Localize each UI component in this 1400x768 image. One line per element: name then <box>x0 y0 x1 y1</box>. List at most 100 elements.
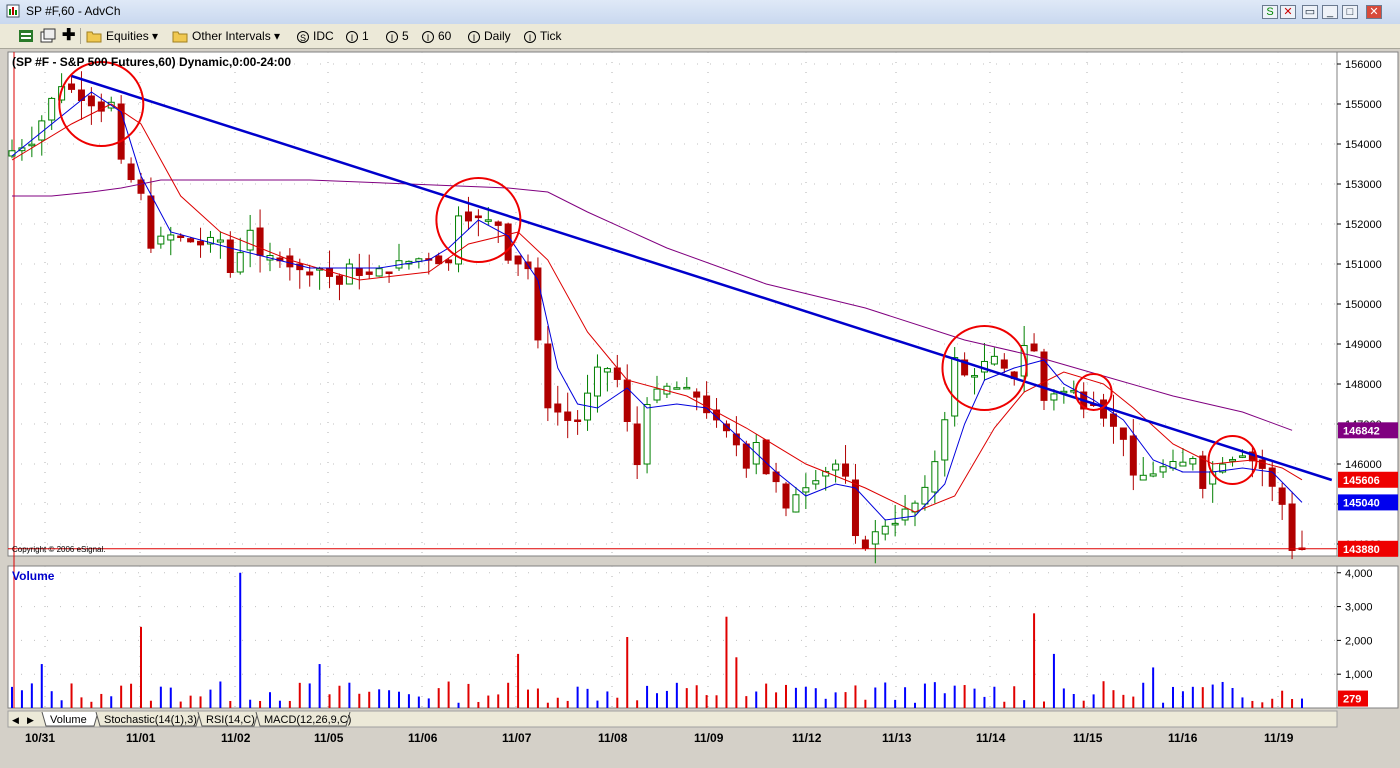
minimize-button[interactable]: _ <box>1322 5 1338 19</box>
candle-body <box>534 267 542 341</box>
candle-body <box>504 223 512 261</box>
volume-bar <box>566 700 569 708</box>
volume-bar <box>517 653 520 708</box>
volume-bar <box>1043 701 1045 708</box>
price-tag-label: 145040 <box>1343 497 1380 509</box>
volume-panel <box>7 565 1338 709</box>
candle-body <box>554 403 562 413</box>
equities-dropdown[interactable]: Equities ▾ <box>106 28 158 44</box>
volume-bar <box>497 694 500 708</box>
unlink-button[interactable]: ✕ <box>1280 5 1296 19</box>
interval-label: Other Intervals <box>192 29 271 43</box>
x-tick-label: 11/16 <box>1168 731 1198 745</box>
tab-scroll-left-icon[interactable]: ◀ <box>12 715 19 725</box>
volume-bar <box>685 688 688 708</box>
x-tick-label: 11/14 <box>976 731 1006 745</box>
close-button[interactable]: ✕ <box>1366 5 1382 19</box>
volume-bar <box>1271 698 1274 708</box>
candle-body <box>603 368 611 373</box>
volume-bar <box>1112 690 1115 708</box>
volume-bar <box>1092 694 1095 708</box>
candle-body <box>812 480 820 485</box>
volume-bar <box>656 693 658 708</box>
volume-bar <box>1033 613 1036 708</box>
volume-bar <box>417 696 420 708</box>
volume-bar <box>298 682 301 708</box>
volume-bar <box>923 683 926 708</box>
interval-idc[interactable]: S IDC <box>297 28 334 44</box>
candle-body <box>68 83 76 90</box>
price-tag-label: 143880 <box>1343 544 1380 556</box>
interval-daily-label: Daily <box>484 29 511 43</box>
volume-bar <box>1172 686 1174 708</box>
add-study-icon[interactable]: ✚ <box>62 28 75 44</box>
candle-body <box>842 463 850 477</box>
candle-body <box>226 239 234 273</box>
candle-body <box>464 211 472 222</box>
symbol-link-button[interactable]: S <box>1262 5 1278 19</box>
y-tick-label: 152000 <box>1345 219 1382 231</box>
volume-bar <box>536 688 539 708</box>
candle-body <box>782 483 790 509</box>
volume-bar <box>755 691 758 708</box>
maximize-button[interactable]: □ <box>1342 5 1358 19</box>
candle-body <box>445 259 453 264</box>
interval-dropdown[interactable]: Other Intervals ▾ <box>192 28 280 44</box>
y-tick-label: 153000 <box>1345 179 1382 191</box>
volume-bar <box>40 664 43 708</box>
tab-scroll-right-icon[interactable]: ▶ <box>27 715 34 725</box>
interval-5[interactable]: I5 <box>386 28 409 44</box>
tab-label: RSI(14,C) <box>206 714 255 726</box>
tab-3[interactable]: MACD(12,26,9,C) <box>255 711 351 727</box>
chart-area[interactable]: 156000 155000 154000 153000 152000 151000 1500… <box>0 48 1400 768</box>
volume-bar <box>705 695 708 708</box>
candle-body <box>593 366 601 397</box>
candle-body <box>633 423 641 466</box>
volume-bar <box>675 682 678 708</box>
tab-1[interactable]: Stochastic(14(1),3) <box>95 711 201 727</box>
volume-bar <box>963 685 966 708</box>
volume-last-label: 279 <box>1343 694 1361 706</box>
candle-body <box>1258 459 1266 469</box>
volume-bar <box>1162 702 1165 708</box>
volume-y-tick-label: 1,000 <box>1345 669 1373 681</box>
interval-tick[interactable]: I Tick <box>524 28 562 44</box>
candle-body <box>1189 458 1197 465</box>
volume-bar <box>110 696 113 708</box>
volume-bar <box>1211 684 1214 708</box>
volume-bar <box>1132 696 1135 708</box>
candle-body <box>484 219 492 222</box>
volume-bar <box>854 685 857 708</box>
candle-body <box>564 411 572 421</box>
app-chart-icon <box>6 4 20 18</box>
candle-body <box>1000 359 1008 369</box>
properties-icon[interactable] <box>40 28 56 44</box>
volume-bar <box>874 687 877 708</box>
restore-button[interactable]: ▭ <box>1302 5 1318 19</box>
candle-body <box>990 355 998 365</box>
candle-body <box>1129 435 1137 476</box>
volume-bar <box>427 698 430 708</box>
volume-bar <box>20 690 23 708</box>
tab-2[interactable]: RSI(14,C) <box>197 711 259 727</box>
volume-bar <box>794 687 797 708</box>
volume-bar <box>159 686 162 708</box>
circle-icon: I <box>386 30 398 43</box>
y-tick-label: 150000 <box>1345 299 1382 311</box>
volume-bar <box>606 691 609 708</box>
candle-body <box>514 255 522 265</box>
chart-type-icon[interactable] <box>18 28 34 44</box>
candle-body <box>802 487 810 493</box>
volume-y-tick-label: 4,000 <box>1345 568 1373 580</box>
volume-bar <box>1201 687 1204 708</box>
candle-body <box>306 271 314 276</box>
volume-bar <box>189 695 192 708</box>
volume-bar <box>735 657 738 708</box>
tab-0[interactable]: Volume <box>41 711 99 727</box>
interval-60[interactable]: I 60 <box>422 28 451 44</box>
candle-body <box>881 525 889 535</box>
circle-icon: I <box>346 30 358 43</box>
interval-1[interactable]: I1 <box>346 28 369 44</box>
candle-body <box>1119 427 1127 440</box>
interval-daily[interactable]: I Daily <box>468 28 511 44</box>
